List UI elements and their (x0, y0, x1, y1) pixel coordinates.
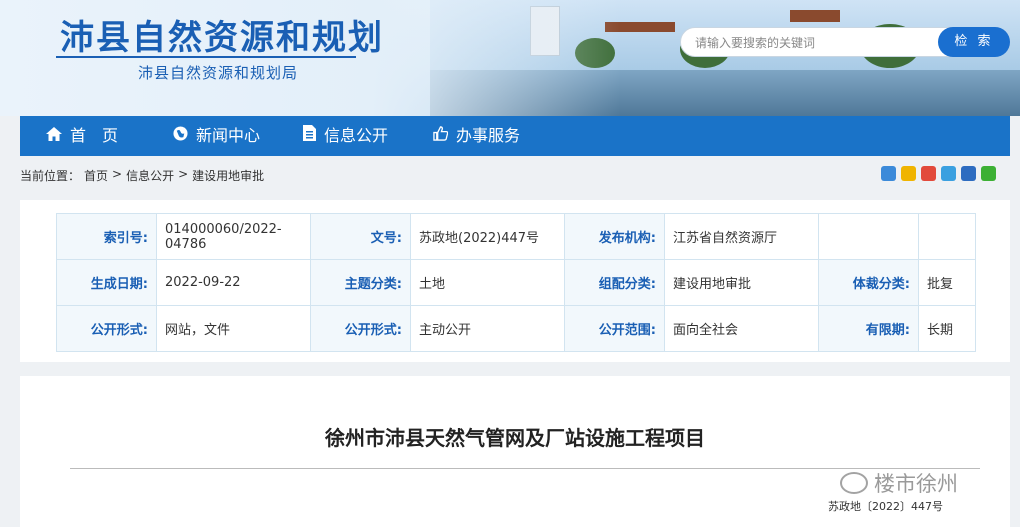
weibo-share-icon[interactable] (921, 166, 936, 181)
main-nav: 首 页 新闻中心 信息公开 办事服务 (20, 116, 1010, 156)
star-share-icon[interactable] (901, 166, 916, 181)
article-panel: 徐州市沛县天然气管网及厂站设施工程项目 楼市徐州 苏政地〔2022〕447号 (20, 376, 1010, 527)
watermark: 楼市徐州 (840, 468, 958, 498)
nav-item-home[interactable]: 首 页 (46, 116, 118, 156)
meta-label: 体裁分类: (818, 259, 919, 306)
header-banner: 沛县自然资源和规划 沛县自然资源和规划局 检 索 (0, 0, 1020, 116)
nav-item-services[interactable]: 办事服务 (433, 116, 520, 156)
breadcrumb-current[interactable]: 建设用地审批 (192, 167, 264, 184)
meta-value: 批复 (918, 259, 976, 306)
renren-share-icon[interactable] (961, 166, 976, 181)
meta-label: 索引号: (56, 213, 157, 260)
table-row: 索引号: 014000060/2022-04786 文号: 苏政地(2022)4… (56, 213, 976, 260)
globe-icon (173, 116, 188, 156)
meta-label: 有限期: (818, 305, 919, 352)
wechat-watermark-icon (840, 472, 868, 494)
home-icon (46, 116, 62, 156)
thumbs-up-icon (433, 116, 449, 156)
nav-item-label: 新闻中心 (196, 126, 261, 145)
meta-label: 主题分类: (310, 259, 411, 306)
meta-label (818, 213, 919, 260)
search-input[interactable] (695, 33, 935, 53)
share-bar (881, 166, 996, 181)
article-title: 徐州市沛县天然气管网及厂站设施工程项目 (325, 426, 705, 450)
meta-label: 组配分类: (564, 259, 665, 306)
meta-value: 苏政地(2022)447号 (410, 213, 565, 260)
site-subtitle: 沛县自然资源和规划局 (138, 64, 299, 82)
meta-value: 2022-09-22 (156, 259, 311, 306)
meta-label: 公开形式: (310, 305, 411, 352)
watermark-text: 楼市徐州 (874, 472, 958, 496)
document-icon (303, 116, 316, 156)
meta-label: 文号: (310, 213, 411, 260)
breadcrumb: 当前位置： 首页 > 信息公开 > 建设用地审批 (20, 167, 264, 184)
plus-share-icon[interactable] (881, 166, 896, 181)
wechat-share-icon[interactable] (981, 166, 996, 181)
meta-value (918, 213, 976, 260)
breadcrumb-prefix: 当前位置： (20, 169, 81, 183)
meta-value: 长期 (918, 305, 976, 352)
meta-label: 生成日期: (56, 259, 157, 306)
banner-pavilion-roof-right (790, 10, 840, 22)
table-row: 公开形式: 网站，文件 公开形式: 主动公开 公开范围: 面向全社会 有限期: … (56, 305, 976, 352)
meta-label: 公开范围: (564, 305, 665, 352)
site-title[interactable]: 沛县自然资源和规划 (60, 10, 384, 59)
meta-value: 主动公开 (410, 305, 565, 352)
document-number: 苏政地〔2022〕447号 (828, 500, 943, 513)
meta-value: 014000060/2022-04786 (156, 213, 311, 260)
breadcrumb-link-info[interactable]: 信息公开 (126, 167, 174, 184)
search-button[interactable]: 检 索 (938, 27, 1010, 57)
breadcrumb-link-home[interactable]: 首页 (84, 167, 108, 184)
meta-label: 公开形式: (56, 305, 157, 352)
meta-table: 索引号: 014000060/2022-04786 文号: 苏政地(2022)4… (56, 213, 976, 352)
meta-value: 土地 (410, 259, 565, 306)
search-box: 检 索 (680, 27, 1010, 57)
meta-label: 发布机构: (564, 213, 665, 260)
nav-item-label: 办事服务 (456, 126, 521, 145)
title-divider (56, 56, 356, 58)
breadcrumb-separator: > (178, 167, 189, 181)
nav-item-info[interactable]: 信息公开 (303, 116, 388, 156)
meta-panel: 索引号: 014000060/2022-04786 文号: 苏政地(2022)4… (20, 200, 1010, 362)
meta-value: 网站，文件 (156, 305, 311, 352)
meta-value: 面向全社会 (664, 305, 819, 352)
qzone-share-icon[interactable] (941, 166, 956, 181)
nav-item-label: 信息公开 (324, 126, 389, 145)
breadcrumb-separator: > (112, 167, 123, 181)
nav-item-news[interactable]: 新闻中心 (173, 116, 260, 156)
meta-value: 建设用地审批 (664, 259, 819, 306)
nav-item-label: 首 页 (70, 126, 119, 145)
meta-value: 江苏省自然资源厅 (664, 213, 819, 260)
table-row: 生成日期: 2022-09-22 主题分类: 土地 组配分类: 建设用地审批 体… (56, 259, 976, 306)
